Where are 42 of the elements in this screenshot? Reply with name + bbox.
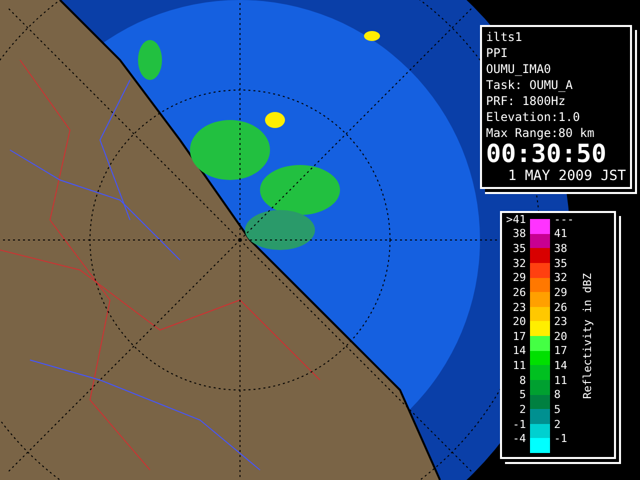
legend-lower-label: 32 — [554, 271, 568, 284]
legend-lower-label: 5 — [554, 402, 562, 416]
info-line: Max Range:80 km — [486, 125, 596, 141]
legend-upper-label: 23 — [512, 300, 526, 314]
legend-upper-label: 32 — [512, 256, 526, 270]
legend-upper-label: 20 — [512, 315, 526, 328]
legend-upper-label: 29 — [512, 271, 526, 284]
legend-upper-label: -4 — [512, 432, 526, 446]
info-line: Task: OUMU_A — [486, 77, 574, 93]
legend-upper-label: 2 — [518, 402, 526, 416]
legend-upper-label: 5 — [518, 388, 526, 402]
legend-upper-label: 14 — [512, 344, 526, 358]
info-line: PPI — [486, 45, 509, 61]
legend-lower-label: 41 — [554, 227, 568, 240]
legend-lower-label: 11 — [554, 374, 568, 387]
legend-lower-label: --- — [554, 212, 575, 226]
legend-upper-label: 11 — [512, 359, 526, 372]
legend-upper-label: 17 — [512, 330, 526, 343]
legend-upper-label: 38 — [512, 227, 526, 240]
info-line: OUMU_IMA0 — [486, 61, 552, 77]
legend-title: Reflectivity in dBZ — [580, 273, 594, 399]
legend-lower-label: 23 — [554, 315, 568, 328]
time-readout: 00:30:50 — [486, 141, 608, 167]
legend-lower-label: 2 — [554, 418, 562, 431]
legend-upper-label: 26 — [512, 286, 526, 299]
legend-lower-label: 17 — [554, 344, 568, 358]
legend-upper-label: 35 — [512, 242, 526, 256]
legend-lower-label: -1 — [554, 432, 568, 446]
legend-upper-label: >41 — [506, 212, 526, 226]
legend-lower-label: 26 — [554, 300, 568, 314]
info-line: ilts1 — [486, 29, 524, 45]
info-line: PRF: 1800Hz — [486, 93, 566, 109]
legend-lower-label: 38 — [554, 242, 568, 256]
legend-lower-label: 14 — [554, 359, 568, 372]
legend-lower-label: 35 — [554, 256, 568, 270]
legend-upper-label: -1 — [512, 418, 526, 431]
legend-upper-label: 8 — [518, 374, 526, 387]
date-readout: 1 MAY 2009 JST — [506, 167, 626, 185]
info-line: Elevation:1.0 — [486, 109, 581, 125]
legend-lower-label: 8 — [554, 388, 562, 402]
legend-lower-label: 20 — [554, 330, 568, 343]
legend-lower-label: 29 — [554, 286, 568, 299]
